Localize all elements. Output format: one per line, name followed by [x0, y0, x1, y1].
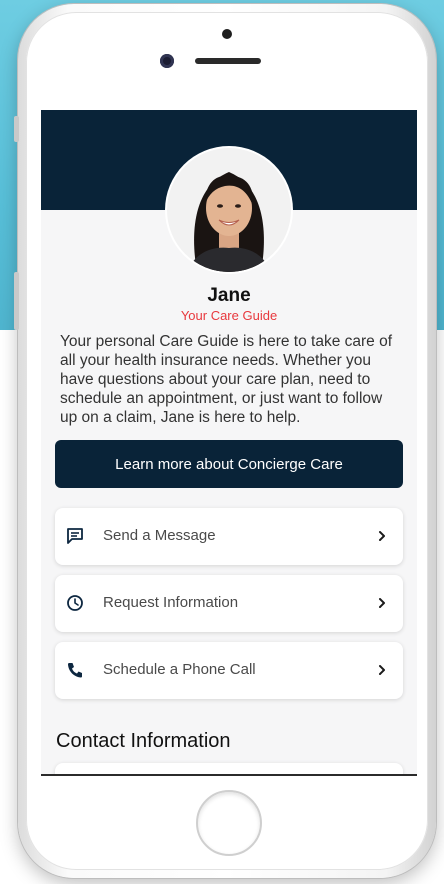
earpiece-speaker — [195, 58, 261, 64]
send-message-label: Send a Message — [103, 527, 216, 544]
request-information-label: Request Information — [103, 594, 239, 611]
avatar — [167, 148, 291, 272]
learn-more-button-label: Learn more about Concierge Care — [115, 455, 343, 473]
contact-information-heading: Contact Information — [56, 730, 231, 752]
schedule-phone-call-row[interactable]: Schedule a Phone Call — [55, 642, 403, 699]
contact-information-card — [55, 763, 403, 774]
guide-intro-text: Your personal Care Guide is here to take… — [60, 333, 393, 426]
stage: Jane Your Care Guide Your personal Care … — [0, 0, 444, 884]
learn-more-button[interactable]: Learn more about Concierge Care — [55, 440, 403, 488]
side-button-left-top — [14, 116, 19, 142]
avatar-portrait-icon — [167, 148, 291, 272]
phone-icon — [65, 660, 85, 680]
side-button-left-bottom — [14, 272, 19, 330]
schedule-phone-call-label: Schedule a Phone Call — [103, 661, 256, 678]
home-button[interactable] — [196, 790, 262, 856]
guide-role: Your Care Guide — [180, 308, 278, 323]
proximity-sensor — [222, 29, 232, 39]
clock-icon — [65, 593, 85, 613]
request-information-row[interactable]: Request Information — [55, 575, 403, 632]
message-icon — [65, 526, 85, 546]
chevron-right-icon — [375, 595, 389, 611]
front-camera-icon — [160, 54, 174, 68]
chevron-right-icon — [375, 528, 389, 544]
app-screen: Jane Your Care Guide Your personal Care … — [41, 110, 417, 776]
send-message-row[interactable]: Send a Message — [55, 508, 403, 565]
chevron-right-icon — [375, 662, 389, 678]
guide-name: Jane — [207, 285, 251, 306]
